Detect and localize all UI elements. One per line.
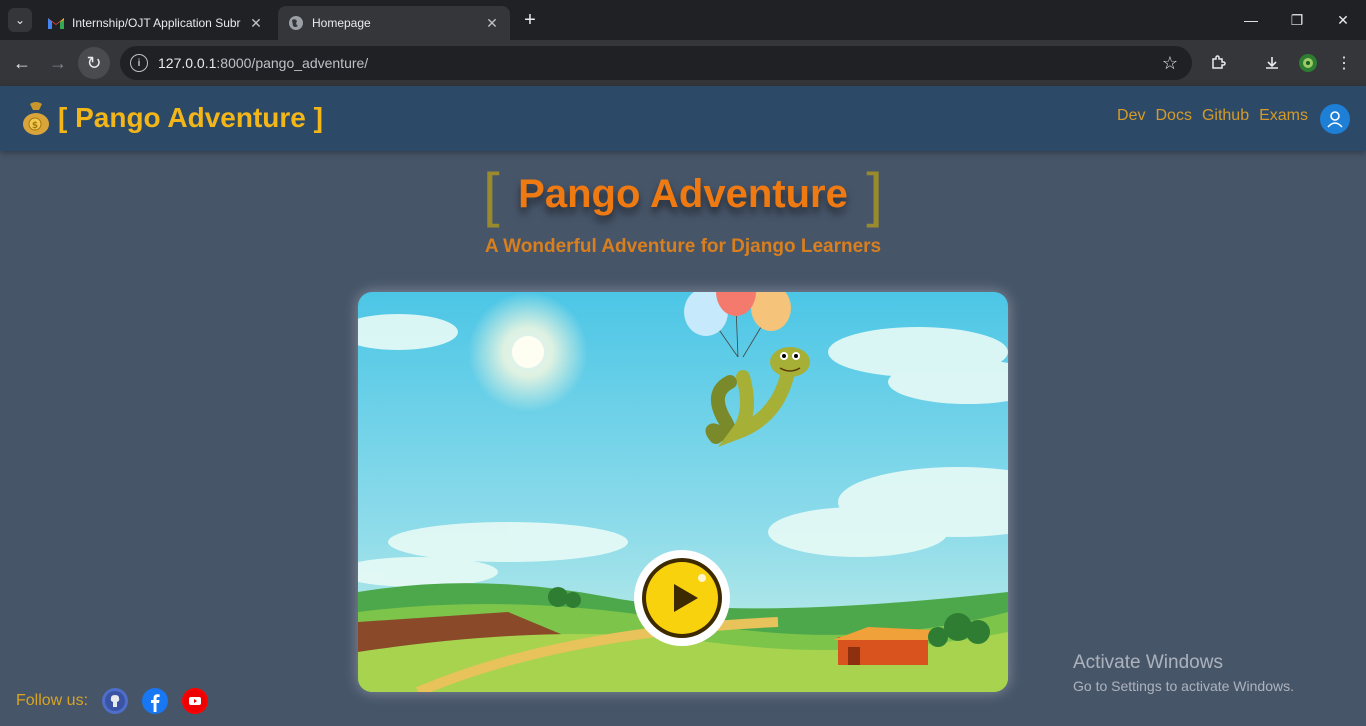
tab-title: Homepage (312, 16, 371, 30)
profile-avatar[interactable] (1295, 50, 1321, 76)
tab-title: Internship/OJT Application Subr (72, 16, 241, 30)
restore-button[interactable]: ❐ (1274, 0, 1320, 40)
user-avatar-button[interactable] (1320, 104, 1350, 134)
reload-icon: ↻ (86, 52, 102, 73)
browser-tab-bar: ⌄ Internship/OJT Application Subr ✕ Home… (0, 0, 1366, 40)
follow-us: Follow us: (16, 688, 209, 714)
watermark-line2: Go to Settings to activate Windows. (1073, 678, 1294, 694)
site-info-icon[interactable]: i (130, 54, 148, 72)
nav-docs[interactable]: Docs (1156, 107, 1192, 125)
site-navbar: $ [ Pango Adventure ] Dev Docs Github Ex… (0, 86, 1366, 151)
nav-exams[interactable]: Exams (1259, 107, 1308, 125)
download-icon[interactable] (1259, 50, 1285, 76)
menu-kebab-icon[interactable]: ⋮ (1331, 50, 1357, 76)
facebook-icon[interactable] (142, 688, 169, 714)
back-button[interactable]: ← (6, 47, 38, 79)
hero-subtitle: A Wonderful Adventure for Django Learner… (484, 236, 882, 257)
play-icon (642, 558, 722, 638)
gmail-icon (48, 15, 64, 31)
watermark-line1: Activate Windows (1073, 652, 1223, 673)
tab-homepage[interactable]: Homepage ✕ (278, 6, 510, 40)
github-icon[interactable] (102, 688, 129, 714)
close-window-button[interactable]: ✕ (1320, 0, 1366, 40)
browser-toolbar: ← → ↻ i 127.0.0.1:8000/pango_adventure/ … (0, 40, 1366, 86)
activate-windows-watermark: Activate Windows Go to Settings to activ… (1073, 652, 1294, 694)
hero-title: [ Pango Adventure ] (0, 160, 1366, 229)
hero-bracket-right: ] (866, 161, 883, 228)
brand-text: [ Pango Adventure ] (58, 102, 323, 133)
youtube-icon[interactable] (182, 688, 209, 714)
nav-links: Dev Docs Github Exams (1117, 107, 1308, 125)
play-button[interactable] (634, 550, 730, 646)
forward-button[interactable]: → (42, 47, 74, 79)
minimize-button[interactable]: — (1228, 0, 1274, 40)
brand-link[interactable]: $ [ Pango Adventure ] (20, 100, 323, 136)
close-icon[interactable]: ✕ (248, 15, 264, 31)
extensions-icon[interactable] (1205, 50, 1231, 76)
svg-text:$: $ (32, 121, 38, 131)
hero-bracket-left: [ (483, 161, 500, 228)
tab-internship[interactable]: Internship/OJT Application Subr ✕ (38, 6, 274, 40)
hero-name: Pango Adventure (518, 172, 848, 216)
bookmark-star-icon[interactable]: ☆ (1162, 53, 1178, 74)
url-text: 127.0.0.1:8000/pango_adventure/ (158, 55, 368, 71)
tab-search-button[interactable]: ⌄ (8, 8, 32, 32)
address-bar[interactable]: i 127.0.0.1:8000/pango_adventure/ ☆ (120, 46, 1192, 80)
close-icon[interactable]: ✕ (484, 15, 500, 31)
intro-video[interactable] (358, 292, 1008, 692)
url-host: 127.0.0.1 (158, 55, 217, 71)
arrow-left-icon: ← (13, 52, 31, 73)
reload-button[interactable]: ↻ (78, 47, 110, 79)
nav-dev[interactable]: Dev (1117, 107, 1145, 125)
new-tab-button[interactable]: + (518, 8, 542, 32)
money-bag-icon: $ (23, 102, 49, 135)
nav-github[interactable]: Github (1202, 107, 1249, 125)
arrow-right-icon: → (49, 52, 67, 73)
url-path: :8000/pango_adventure/ (216, 55, 369, 71)
follow-label: Follow us: (16, 692, 89, 709)
globe-icon (288, 15, 304, 31)
user-icon (1327, 111, 1343, 128)
chevron-down-icon: ⌄ (14, 13, 26, 27)
